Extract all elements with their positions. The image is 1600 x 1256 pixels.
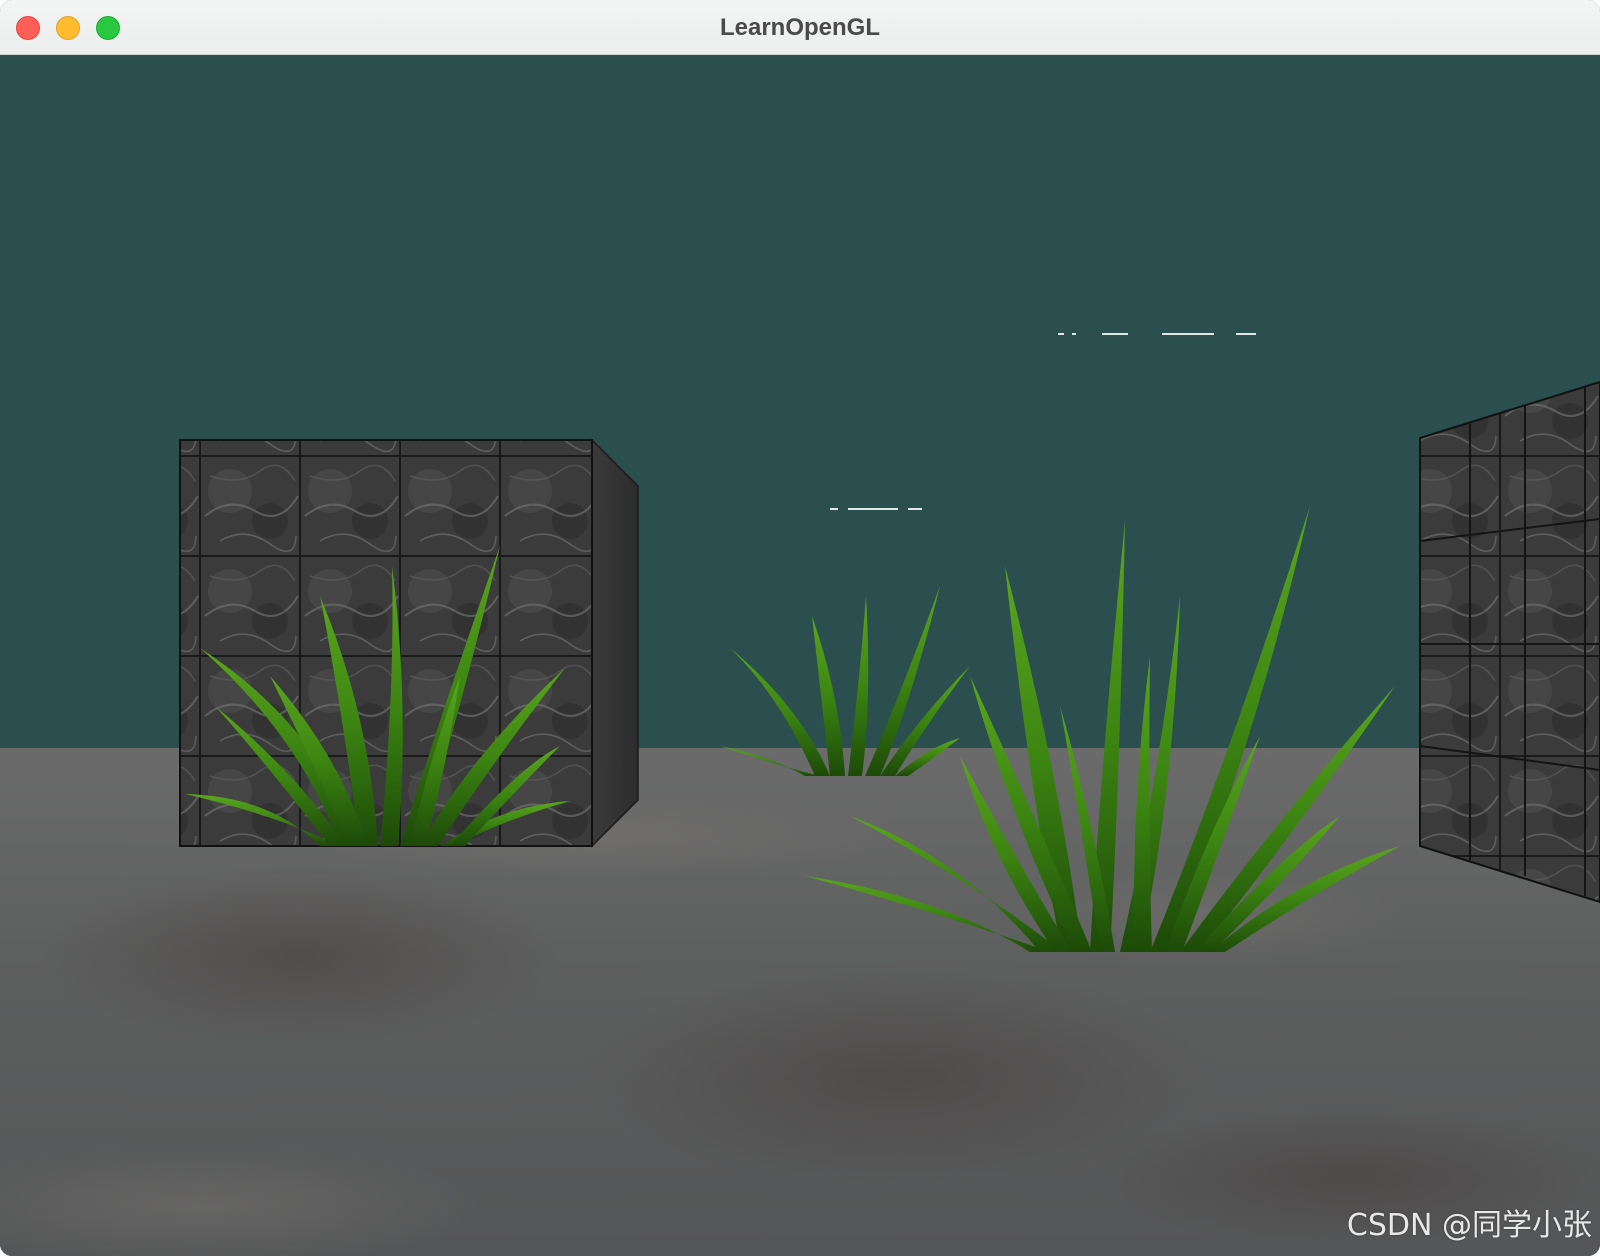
title-bar[interactable]: LearnOpenGL [0, 0, 1600, 55]
left-cube [179, 438, 639, 848]
right-cube [1419, 380, 1600, 904]
scene-render [0, 56, 1600, 1256]
app-window: LearnOpenGL CSDN @同学小张 [0, 0, 1600, 1256]
opengl-viewport[interactable]: CSDN @同学小张 [0, 56, 1600, 1256]
watermark: CSDN @同学小张 [1346, 1208, 1592, 1243]
window-title: LearnOpenGL [719, 14, 881, 41]
